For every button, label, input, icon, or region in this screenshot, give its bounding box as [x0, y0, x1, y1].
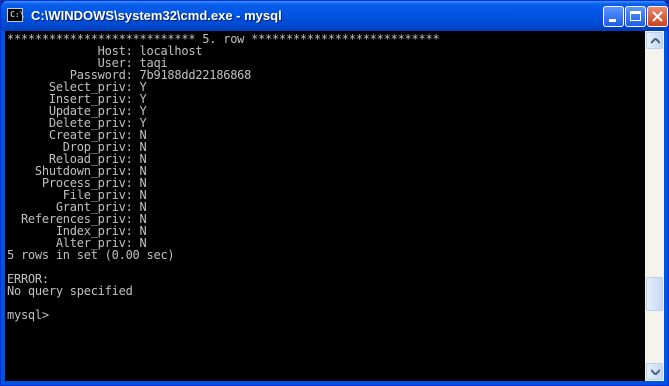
console-line: 5 rows in set (0.00 sec) — [7, 248, 175, 262]
close-icon — [652, 11, 663, 22]
scroll-down-button[interactable] — [646, 363, 663, 380]
console-icon-text: C:\ — [10, 10, 25, 19]
window-title: C:\WINDOWS\system32\cmd.exe - mysql — [31, 8, 282, 23]
vertical-scrollbar[interactable] — [645, 31, 664, 381]
console-line: mysql> — [7, 308, 49, 322]
console-text: *************************** 5. row *****… — [5, 31, 645, 321]
scroll-up-button[interactable] — [646, 32, 663, 49]
close-button[interactable] — [647, 6, 668, 27]
console-icon[interactable]: C:\ — [7, 8, 25, 22]
minimize-button[interactable] — [603, 6, 624, 27]
cmd-window: C:\ C:\WINDOWS\system32\cmd.exe - mysql … — [0, 0, 669, 386]
scroll-thumb[interactable] — [646, 277, 663, 311]
maximize-button[interactable] — [625, 6, 646, 27]
console-line: No query specified — [7, 284, 133, 298]
window-frame: *************************** 5. row *****… — [1, 31, 668, 385]
arrow-up-icon — [651, 38, 660, 44]
arrow-down-icon — [651, 369, 660, 375]
title-bar[interactable]: C:\ C:\WINDOWS\system32\cmd.exe - mysql — [1, 1, 668, 31]
console-output[interactable]: *************************** 5. row *****… — [5, 31, 645, 381]
